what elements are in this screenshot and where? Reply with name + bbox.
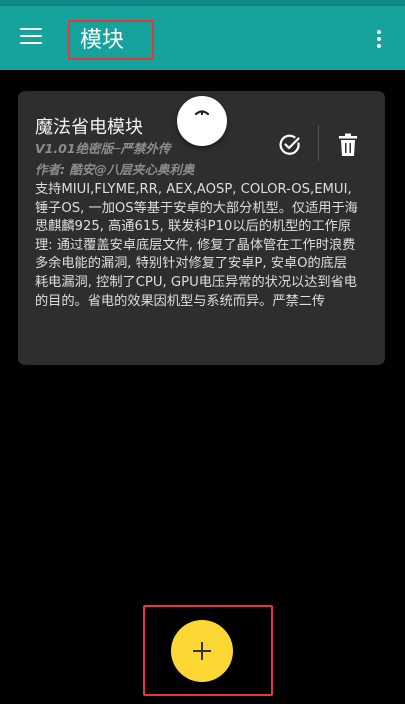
module-description: 支持MIUI,FLYME,RR, AEX,AOSP, COLOR-OS,EMUI… (35, 182, 358, 309)
action-divider (318, 125, 319, 161)
hamburger-menu-icon[interactable] (20, 28, 42, 46)
title-highlight-box: 模块 (68, 20, 154, 60)
trash-icon[interactable] (338, 133, 358, 157)
touch-indicator (177, 96, 227, 146)
check-circle-icon[interactable] (278, 133, 302, 157)
module-version: V1.01绝密版─严禁外传 (35, 141, 171, 156)
module-title: 魔法省电模块 (35, 117, 143, 138)
page-title: 模块 (80, 28, 125, 53)
module-author: 作者: 酷安@八层夹心奥利奥 (35, 162, 195, 177)
add-module-button[interactable] (171, 620, 233, 682)
app-bar: 模块 (0, 6, 405, 70)
more-vert-icon[interactable] (372, 30, 386, 50)
